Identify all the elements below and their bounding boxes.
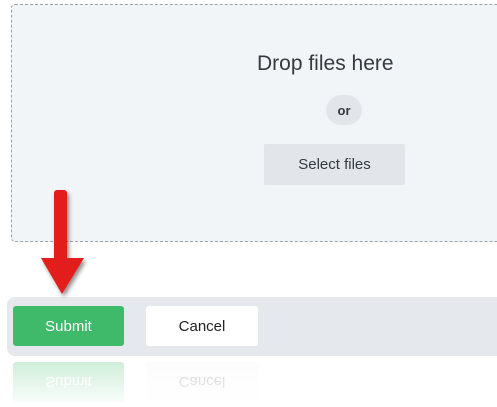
submit-button-reflection: Submit bbox=[13, 362, 124, 402]
cancel-button[interactable]: Cancel bbox=[146, 306, 258, 346]
submit-button[interactable]: Submit bbox=[13, 306, 124, 346]
select-files-button[interactable]: Select files bbox=[264, 144, 405, 185]
upload-dialog: Drop files here or Select files Submit C… bbox=[0, 0, 497, 407]
or-separator: or bbox=[326, 95, 362, 125]
cancel-button-reflection: Cancel bbox=[146, 362, 258, 402]
dropzone-title: Drop files here bbox=[257, 52, 394, 75]
red-down-arrow-icon bbox=[41, 190, 84, 294]
buttons-reflection: Submit Cancel bbox=[0, 356, 497, 407]
